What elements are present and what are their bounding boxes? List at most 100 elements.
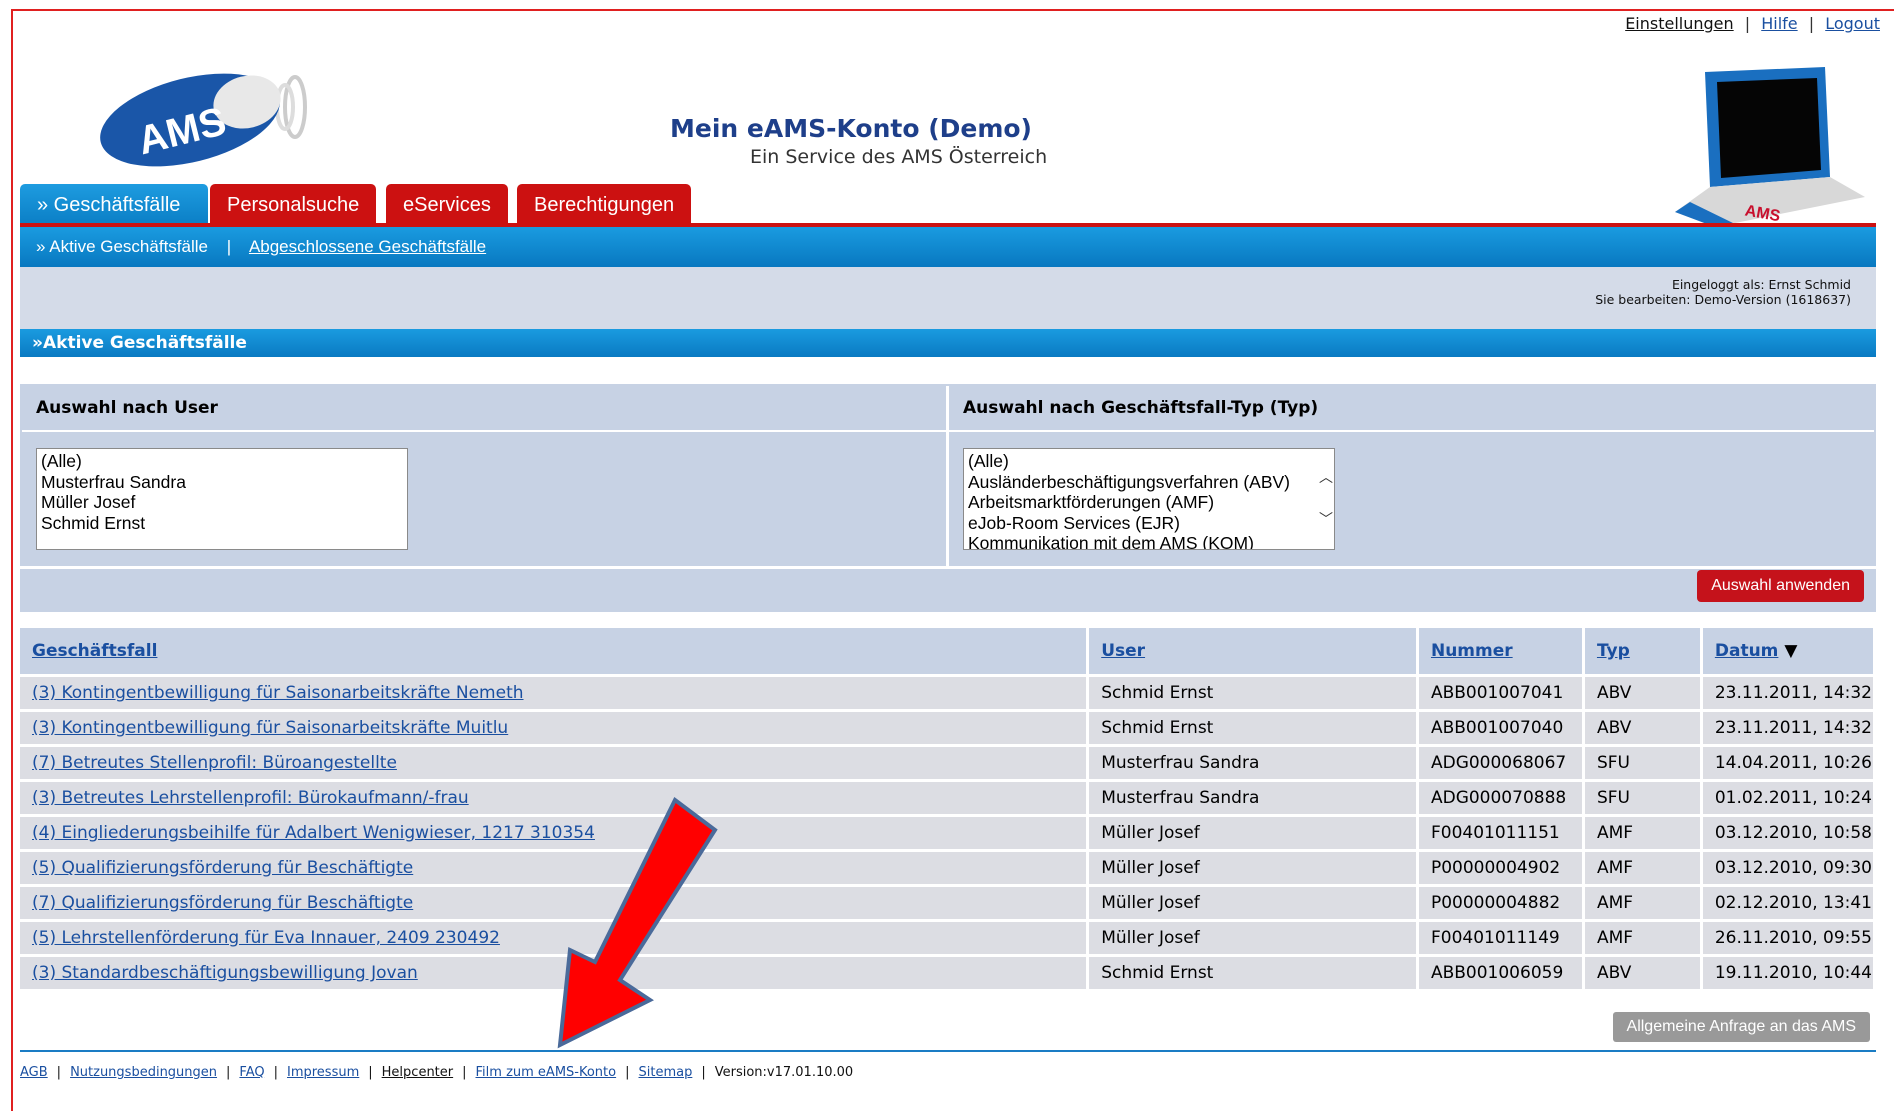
case-number: F00401011151 <box>1430 823 1560 843</box>
cell-user: Schmid Ernst <box>1087 955 1419 992</box>
case-link[interactable]: (3) Standardbeschäftigungsbewilligung Jo… <box>32 963 418 983</box>
cell-date: 14.04.2011, 10:26 <box>1701 745 1877 782</box>
list-option[interactable]: Müller Josef <box>41 492 403 513</box>
cell-type: SFU <box>1583 780 1703 817</box>
ams-logo[interactable]: AMS <box>95 62 315 172</box>
separator: | <box>701 1065 706 1080</box>
footer-link-terms[interactable]: Nutzungsbedingungen <box>70 1065 217 1080</box>
case-link[interactable]: (4) Eingliederungsbeihilfe für Adalbert … <box>32 823 595 843</box>
footer-link-sitemap[interactable]: Sitemap <box>639 1065 693 1080</box>
case-date: 19.11.2010, 10:44 <box>1714 963 1872 983</box>
cell-number: ABB001006059 <box>1417 955 1585 992</box>
case-type: SFU <box>1596 788 1630 808</box>
settings-link[interactable]: Einstellungen <box>1625 14 1733 33</box>
case-link[interactable]: (3) Kontingentbewilligung für Saisonarbe… <box>32 683 524 703</box>
cell-case: (3) Kontingentbewilligung für Saisonarbe… <box>20 710 1090 747</box>
case-type: AMF <box>1596 858 1634 878</box>
cell-user: Musterfrau Sandra <box>1087 780 1419 817</box>
scroll-down-icon[interactable]: ﹀ <box>1319 509 1333 530</box>
case-user: Musterfrau Sandra <box>1101 788 1260 808</box>
list-option[interactable]: Ausländerbeschäftigungsverfahren (ABV) <box>968 472 1312 493</box>
sort-date-link[interactable]: Datum <box>1715 641 1779 661</box>
col-date-header: Datum ▼ <box>1701 628 1877 677</box>
listbox-scrollbar[interactable]: ︿ ﹀ <box>1316 449 1334 549</box>
editing-account: Sie bearbeiten: Demo-Version (1618637) <box>1595 292 1851 307</box>
tab-geschaeftsfaelle[interactable]: » Geschäftsfälle <box>20 184 208 224</box>
case-type: ABV <box>1596 963 1632 983</box>
page-subtitle: Ein Service des AMS Österreich <box>750 146 1048 168</box>
cell-case: (7) Betreutes Stellenprofil: Büroangeste… <box>20 745 1090 782</box>
case-link[interactable]: (5) Qualifizierungsförderung für Beschäf… <box>32 858 413 878</box>
cell-date: 23.11.2011, 14:32 <box>1701 675 1877 712</box>
case-date: 23.11.2011, 14:32 <box>1714 683 1872 703</box>
separator: | <box>625 1065 630 1080</box>
logout-link[interactable]: Logout <box>1825 14 1880 33</box>
list-option[interactable]: (Alle) <box>41 451 403 472</box>
cell-user: Müller Josef <box>1087 885 1419 922</box>
subnav: » Aktive Geschäftsfälle | Abgeschlossene… <box>20 227 1876 267</box>
user-listbox[interactable]: (Alle) Musterfrau Sandra Müller Josef Sc… <box>36 448 408 550</box>
case-link[interactable]: (3) Kontingentbewilligung für Saisonarbe… <box>32 718 508 738</box>
case-link[interactable]: (7) Qualifizierungsförderung für Beschäf… <box>32 893 413 913</box>
case-type: AMF <box>1596 928 1634 948</box>
cell-date: 19.11.2010, 10:44 <box>1701 955 1877 992</box>
tab-berechtigungen[interactable]: Berechtigungen <box>517 184 692 224</box>
table-header-row: Geschäftsfall User Nummer Typ Datum ▼ <box>20 628 1877 677</box>
cell-user: Müller Josef <box>1087 920 1419 957</box>
scroll-up-icon[interactable]: ︿ <box>1319 467 1333 488</box>
sort-case-link[interactable]: Geschäftsfall <box>32 641 157 661</box>
footer-link-helpcenter[interactable]: Helpcenter <box>382 1065 453 1080</box>
tab-eservices[interactable]: eServices <box>386 184 508 224</box>
tab-personalsuche[interactable]: Personalsuche <box>210 184 377 224</box>
footer-link-imprint[interactable]: Impressum <box>287 1065 359 1080</box>
laptop-icon: AMS <box>1675 67 1865 227</box>
table-row: (4) Eingliederungsbeihilfe für Adalbert … <box>20 815 1877 852</box>
case-link[interactable]: (3) Betreutes Lehrstellenprofil: Bürokau… <box>32 788 469 808</box>
list-option[interactable]: eJob-Room Services (EJR) <box>968 513 1312 534</box>
case-date: 14.04.2011, 10:26 <box>1714 753 1872 773</box>
cell-type: AMF <box>1583 885 1703 922</box>
case-type: AMF <box>1596 823 1634 843</box>
cell-type: AMF <box>1583 850 1703 887</box>
list-option[interactable]: Musterfrau Sandra <box>41 472 403 493</box>
separator: | <box>368 1065 373 1080</box>
case-date: 03.12.2010, 10:58 <box>1714 823 1872 843</box>
list-option[interactable]: Arbeitsmarktförderungen (AMF) <box>968 492 1312 513</box>
cell-user: Müller Josef <box>1087 850 1419 887</box>
footer-link-agb[interactable]: AGB <box>20 1065 48 1080</box>
separator: | <box>462 1065 467 1080</box>
top-links: Einstellungen | Hilfe | Logout <box>1625 14 1880 33</box>
case-user: Müller Josef <box>1101 893 1200 913</box>
sort-number-link[interactable]: Nummer <box>1431 641 1513 661</box>
case-link[interactable]: (7) Betreutes Stellenprofil: Büroangeste… <box>32 753 397 773</box>
subnav-active-cases[interactable]: » Aktive Geschäftsfälle <box>36 237 208 256</box>
case-user: Schmid Ernst <box>1101 718 1214 738</box>
list-option[interactable]: Schmid Ernst <box>41 513 403 534</box>
general-inquiry-button[interactable]: Allgemeine Anfrage an das AMS <box>1612 1012 1870 1042</box>
help-link[interactable]: Hilfe <box>1761 14 1797 33</box>
cell-number: ABB001007040 <box>1417 710 1585 747</box>
table-row: (3) Betreutes Lehrstellenprofil: Bürokau… <box>20 780 1877 817</box>
type-listbox[interactable]: (Alle) Ausländerbeschäftigungsverfahren … <box>963 448 1335 550</box>
apply-selection-button[interactable]: Auswahl anwenden <box>1697 570 1864 602</box>
case-user: Müller Josef <box>1101 858 1200 878</box>
cell-type: AMF <box>1583 815 1703 852</box>
case-type: SFU <box>1596 753 1630 773</box>
sort-user-link[interactable]: User <box>1101 641 1145 661</box>
subnav-closed-cases-link[interactable]: Abgeschlossene Geschäftsfälle <box>249 237 486 256</box>
sort-type-link[interactable]: Typ <box>1597 641 1630 661</box>
case-link[interactable]: (5) Lehrstellenförderung für Eva Innauer… <box>32 928 500 948</box>
footer-link-faq[interactable]: FAQ <box>239 1065 264 1080</box>
case-user: Musterfrau Sandra <box>1101 753 1260 773</box>
cell-date: 01.02.2011, 10:24 <box>1701 780 1877 817</box>
cell-date: 26.11.2010, 09:55 <box>1701 920 1877 957</box>
case-user: Müller Josef <box>1101 823 1200 843</box>
case-number: ABB001007040 <box>1430 718 1564 738</box>
cell-number: ADG000070888 <box>1417 780 1585 817</box>
list-option[interactable]: Kommunikation mit dem AMS (KOM) <box>968 533 1312 549</box>
footer-link-film[interactable]: Film zum eAMS-Konto <box>476 1065 617 1080</box>
col-type-header: Typ <box>1583 628 1703 677</box>
cell-user: Schmid Ernst <box>1087 675 1419 712</box>
list-option[interactable]: (Alle) <box>968 451 1312 472</box>
separator: | <box>273 1065 278 1080</box>
